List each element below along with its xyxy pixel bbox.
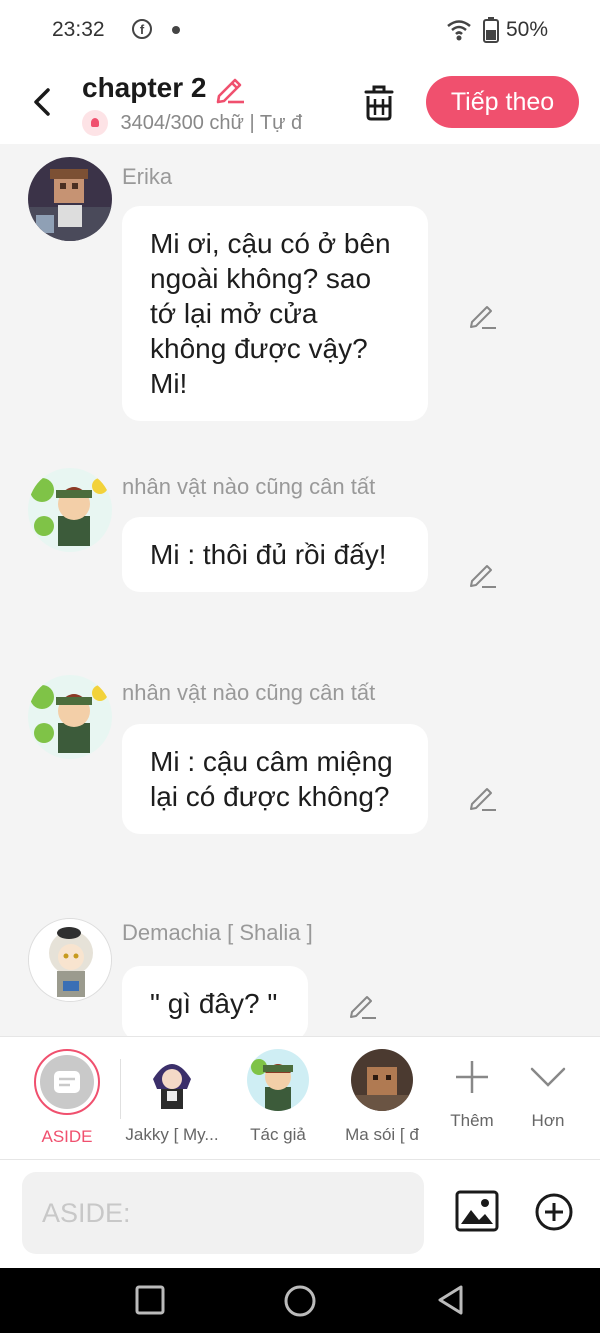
recent-apps-icon[interactable] — [134, 1284, 166, 1316]
editor-header: chapter 2 3404/300 chữ | Tự đ Tiếp theo — [0, 62, 600, 144]
speaker-name: Erika — [122, 164, 173, 189]
message-bubble[interactable]: " gì đây? " — [122, 966, 308, 1036]
message-bubble[interactable]: Mi ơi, cậu có ở bên ngoài không? sao tớ … — [122, 206, 428, 421]
home-icon[interactable] — [283, 1284, 317, 1318]
word-count-row: 3404/300 chữ | Tự đ — [82, 110, 332, 138]
character-aside[interactable]: ASIDE — [17, 1049, 117, 1147]
avatar-green-character[interactable] — [28, 675, 112, 759]
trash-icon[interactable] — [360, 82, 398, 122]
character-label: Ma sói [ đ — [345, 1125, 419, 1144]
character-label: Tác giả — [250, 1125, 306, 1144]
status-bar: 23:32 f 50% — [0, 0, 600, 62]
plus-icon — [456, 1061, 488, 1093]
avatar-erika[interactable] — [28, 157, 112, 241]
aside-avatar — [34, 1049, 100, 1115]
system-navigation-bar — [0, 1268, 600, 1333]
wifi-icon — [447, 20, 471, 41]
character-avatar — [141, 1049, 203, 1111]
avatar-green-character[interactable] — [28, 468, 112, 552]
more-characters-button[interactable]: Hơn — [498, 1049, 598, 1131]
chapter-title[interactable]: chapter 2 — [82, 72, 207, 104]
back-arrow-icon[interactable] — [24, 82, 58, 122]
edit-title-icon[interactable] — [214, 72, 246, 104]
battery-icon — [483, 17, 499, 43]
speaker-name: nhân vật nào cũng cân tất — [122, 680, 376, 705]
edit-message-icon[interactable] — [468, 300, 498, 330]
divider — [120, 1059, 121, 1119]
more-characters-label: Hơn — [531, 1111, 565, 1130]
status-time: 23:32 — [52, 18, 105, 41]
chevron-down-icon — [530, 1067, 566, 1087]
character-label: Jakky [ My... — [125, 1125, 219, 1144]
battery-percent: 50% — [506, 18, 549, 41]
character-jakky[interactable]: Jakky [ My... — [122, 1049, 222, 1145]
character-author[interactable]: Tác giả — [228, 1049, 328, 1145]
avatar-demachia[interactable] — [28, 918, 112, 1002]
word-count-text: 3404/300 chữ | Tự đ — [120, 111, 303, 134]
message-input[interactable] — [22, 1172, 424, 1254]
back-nav-icon[interactable] — [435, 1284, 467, 1316]
chat-area[interactable]: Erika Mi ơi, cậu có ở bên ngoài không? s… — [0, 144, 600, 1036]
input-bar — [0, 1160, 600, 1268]
notification-dot-icon — [172, 26, 180, 34]
message-bubble[interactable]: Mi : thôi đủ rồi đấy! — [122, 517, 428, 592]
edit-message-icon[interactable] — [468, 782, 498, 812]
add-circle-icon[interactable] — [534, 1192, 574, 1232]
facebook-icon: f — [132, 19, 152, 39]
speaker-name: nhân vật nào cũng cân tất — [122, 474, 376, 499]
bell-icon — [82, 110, 108, 136]
character-avatar — [351, 1049, 413, 1111]
character-avatar — [247, 1049, 309, 1111]
message-bubble[interactable]: Mi : cậu câm miệng lại có được không? — [122, 724, 428, 834]
character-ma-soi[interactable]: Ma sói [ đ — [332, 1049, 432, 1145]
image-icon[interactable] — [455, 1190, 499, 1232]
character-selector: ASIDE Jakky [ My... Tác giả Ma sói [đ T… — [0, 1036, 600, 1160]
next-button[interactable]: Tiếp theo — [426, 76, 579, 128]
speaker-name: Demachia [ Shalia ] — [122, 920, 313, 945]
edit-message-icon[interactable] — [348, 990, 378, 1020]
edit-message-icon[interactable] — [468, 559, 498, 589]
chat-bubble-icon — [54, 1071, 80, 1093]
character-label: ASIDE — [41, 1127, 93, 1146]
